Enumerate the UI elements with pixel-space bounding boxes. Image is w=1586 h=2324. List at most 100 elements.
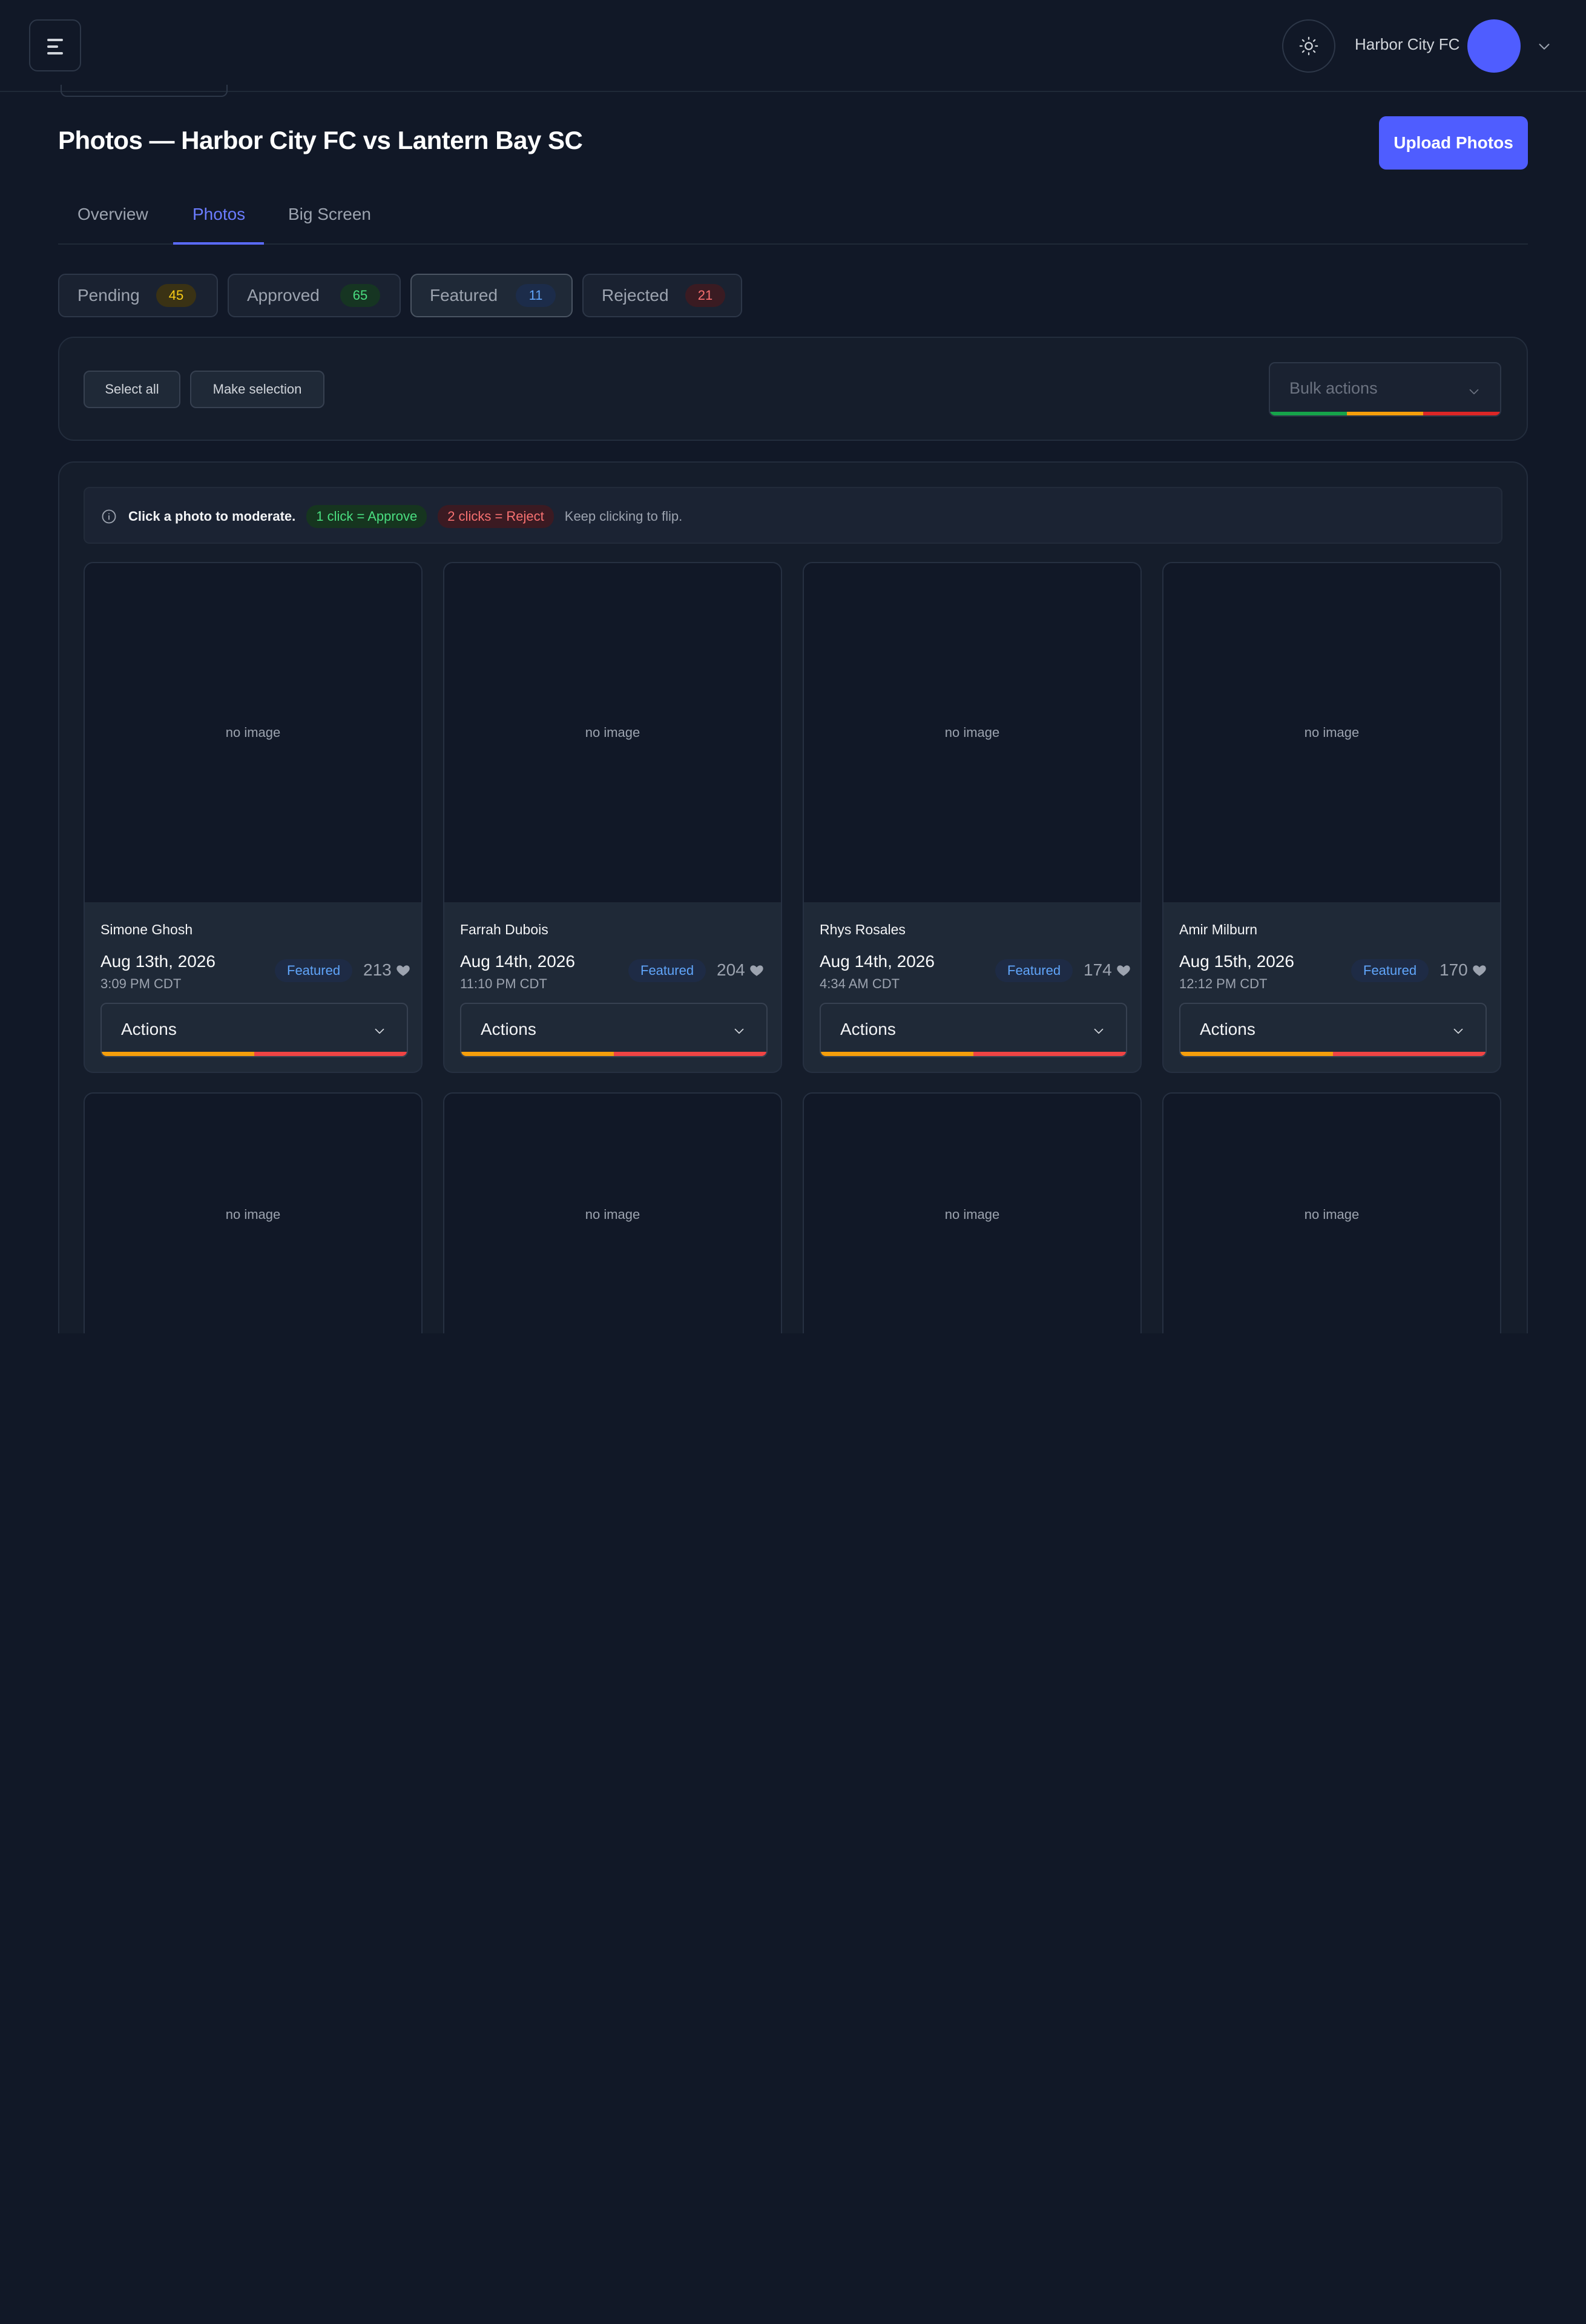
action-bar-feature [461,1052,614,1056]
like-count-value: 170 [1440,960,1468,979]
filter-pending[interactable]: Pending 45 [58,274,218,317]
hint-strong-text: Click a photo to moderate. [128,509,296,524]
status-badge: Featured [995,959,1073,982]
photo-card[interactable]: no image Simone Ghosh Aug 13th, 2026 3:0… [84,562,423,1073]
tab-photos[interactable]: Photos [192,205,245,224]
actions-color-bar [1180,1052,1486,1056]
hint-reject-pill: 2 clicks = Reject [438,505,554,528]
moderation-hint: Click a photo to moderate. 1 click = App… [84,487,1502,544]
no-image-text: no image [944,1207,1000,1222]
bulk-actions-select[interactable]: Bulk actions [1269,362,1501,417]
filter-featured[interactable]: Featured 11 [410,274,573,317]
select-all-button[interactable]: Select all [84,371,180,408]
hint-approve-pill: 1 click = Approve [306,505,427,528]
filter-count-rejected: 21 [685,284,725,307]
photo-thumbnail[interactable]: no image [444,563,781,902]
filter-label: Pending [77,286,140,305]
photo-date: Aug 13th, 2026 [100,952,216,971]
like-count: 170 [1440,960,1487,980]
photo-card[interactable]: no image [1162,1092,1501,1333]
photo-thumbnail[interactable]: no image [804,563,1140,902]
photo-grid-panel: Click a photo to moderate. 1 click = App… [58,461,1528,1333]
no-image-text: no image [225,725,281,740]
photo-author: Simone Ghosh [100,922,193,937]
photo-thumbnail[interactable]: no image [804,1094,1140,1333]
org-name: Harbor City FC [1355,35,1460,53]
chevron-down-icon [734,1028,744,1034]
actions-select[interactable]: Actions [1179,1003,1487,1057]
photo-date: Aug 15th, 2026 [1179,952,1294,971]
filter-approved[interactable]: Approved 65 [228,274,401,317]
photo-thumbnail[interactable]: no image [444,1094,781,1333]
photo-time: 12:12 PM CDT [1179,976,1268,991]
action-bar-reject [1333,1052,1486,1056]
no-image-text: no image [225,1207,281,1222]
tab-big-screen[interactable]: Big Screen [288,205,371,224]
chevron-down-icon [375,1028,384,1034]
chevron-down-icon [1094,1028,1104,1034]
photo-thumbnail[interactable]: no image [1163,563,1500,902]
actions-select[interactable]: Actions [820,1003,1127,1057]
like-count-value: 213 [363,960,392,979]
photo-author: Farrah Dubois [460,922,548,937]
filter-rejected[interactable]: Rejected 21 [582,274,742,317]
upload-photos-button[interactable]: Upload Photos [1379,116,1528,170]
photo-time: 4:34 AM CDT [820,976,900,991]
photo-thumbnail[interactable]: no image [85,1094,421,1333]
bulk-bar-feature [1346,412,1424,415]
action-bar-reject [973,1052,1126,1056]
actions-select[interactable]: Actions [100,1003,408,1057]
filter-label: Rejected [602,286,669,305]
sun-icon [1299,36,1318,56]
scrolled-element-edge [61,85,228,97]
photo-time: 3:09 PM CDT [100,976,182,991]
theme-toggle-button[interactable] [1282,19,1335,73]
action-bar-reject [254,1052,407,1056]
menu-button[interactable] [29,19,81,71]
bulk-actions-panel: Select all Make selection Bulk actions [58,337,1528,441]
actions-label: Actions [121,1020,177,1038]
photo-author: Rhys Rosales [820,922,906,937]
photo-card[interactable]: no image [443,1092,782,1333]
no-image-text: no image [585,725,640,740]
status-badge: Featured [275,959,353,982]
make-selection-button[interactable]: Make selection [190,371,324,408]
like-count: 213 [363,960,411,980]
tab-bar: Overview Photos Big Screen [58,182,1528,245]
photo-card[interactable]: no image Rhys Rosales Aug 14th, 2026 4:3… [803,562,1142,1073]
tab-overview[interactable]: Overview [77,205,148,224]
actions-label: Actions [1200,1020,1255,1038]
filter-count-pending: 45 [156,284,196,307]
no-image-text: no image [1304,725,1360,740]
heart-icon [749,965,763,976]
photo-date: Aug 14th, 2026 [460,952,575,971]
filter-count-approved: 65 [340,284,380,307]
photo-card[interactable]: no image Farrah Dubois Aug 14th, 2026 11… [443,562,782,1073]
info-icon [102,509,116,524]
status-badge: Featured [628,959,706,982]
no-image-text: no image [585,1207,640,1222]
avatar[interactable] [1467,19,1521,73]
filter-label: Featured [430,286,498,305]
actions-select[interactable]: Actions [460,1003,768,1057]
top-bar: Harbor City FC [0,0,1586,92]
heart-icon [1116,965,1130,976]
photo-author: Amir Milburn [1179,922,1258,937]
like-count-value: 174 [1084,960,1112,979]
action-bar-reject [614,1052,766,1056]
like-count-value: 204 [717,960,745,979]
photo-thumbnail[interactable]: no image [1163,1094,1500,1333]
filter-label: Approved [247,286,320,305]
photo-card[interactable]: no image [84,1092,423,1333]
photo-card[interactable]: no image [803,1092,1142,1333]
action-bar-feature [102,1052,254,1056]
photo-thumbnail[interactable]: no image [85,563,421,902]
photo-card[interactable]: no image Amir Milburn Aug 15th, 2026 12:… [1162,562,1501,1073]
bulk-actions-color-bar [1270,412,1500,415]
like-count: 204 [717,960,765,980]
chevron-down-icon[interactable] [1535,38,1553,56]
hamburger-menu-icon-line [47,45,58,48]
status-badge: Featured [1351,959,1429,982]
actions-color-bar [821,1052,1126,1056]
no-image-text: no image [1304,1207,1360,1222]
